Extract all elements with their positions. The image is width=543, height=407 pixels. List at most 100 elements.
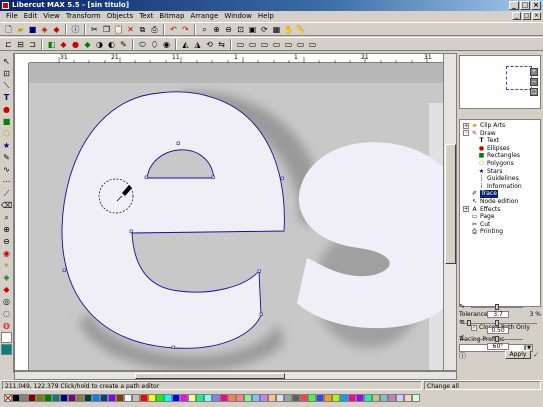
color-swatch[interactable] — [380, 394, 388, 402]
menu-arrange[interactable]: Arrange — [187, 11, 221, 22]
interactive-fill-icon[interactable]: ◈ — [1, 272, 12, 283]
color-swatch[interactable] — [236, 394, 244, 402]
tree-item-polygons[interactable]: ⬠ Polygons — [460, 160, 540, 168]
info-icon[interactable]: ⓘ — [70, 24, 81, 35]
weld-icon[interactable]: ◆ — [82, 39, 93, 50]
align-center-icon[interactable]: ⊟ — [15, 39, 26, 50]
zoom-icon[interactable]: ⌕ — [199, 24, 210, 35]
color-swatch[interactable] — [396, 394, 404, 402]
flip-icon[interactable]: ⇆ — [216, 39, 227, 50]
color-swatch[interactable] — [324, 394, 332, 402]
layout-6-icon[interactable]: ▭ — [295, 39, 306, 50]
color-swatch[interactable] — [28, 394, 36, 402]
color-swatch[interactable] — [404, 394, 412, 402]
refresh-icon[interactable]: ⟳ — [259, 24, 270, 35]
color-swatch[interactable] — [188, 394, 196, 402]
horizontal-scroll-thumb[interactable] — [135, 373, 285, 379]
doc-minimize-button[interactable]: _ — [512, 12, 521, 20]
color-swatch[interactable] — [148, 394, 156, 402]
menu-text[interactable]: Text — [136, 11, 156, 22]
angle-slider-thumb[interactable] — [495, 336, 499, 342]
color-tool-icon[interactable]: ◉ — [1, 248, 12, 259]
color-swatch[interactable] — [212, 394, 220, 402]
zoom-page-icon[interactable]: ▣ — [247, 24, 258, 35]
zoom-out-tool-icon[interactable]: ⊖ — [1, 236, 12, 247]
intersect-icon[interactable]: ◐ — [106, 39, 117, 50]
vertical-scrollbar[interactable] — [443, 54, 456, 370]
menu-bitmap[interactable]: Bitmap — [156, 11, 187, 22]
contour-icon[interactable]: ◉ — [161, 39, 172, 50]
no-color-swatch[interactable] — [4, 394, 12, 402]
color-swatch[interactable] — [252, 394, 260, 402]
trace-artwork[interactable] — [29, 63, 456, 370]
pencil-tool-icon[interactable]: ✎ — [1, 152, 12, 163]
apply-button[interactable]: Apply — [505, 350, 531, 359]
print-icon[interactable]: ⎙ — [149, 24, 160, 35]
knife-tool-icon[interactable]: ⟋ — [1, 188, 12, 199]
shape-tool-icon[interactable]: ⟍ — [1, 80, 12, 91]
close-button[interactable]: × — [531, 1, 541, 10]
color-swatch[interactable] — [156, 394, 164, 402]
color-swatch[interactable] — [180, 394, 188, 402]
color-swatch[interactable] — [308, 394, 316, 402]
help-icon[interactable]: ⓘ — [459, 351, 466, 361]
vertical-scroll-thumb[interactable] — [445, 144, 456, 264]
tree-item-page[interactable]: ▭ Page — [460, 213, 540, 221]
tree-item-stars[interactable]: ★ Stars — [460, 168, 540, 176]
color-swatch[interactable] — [124, 394, 132, 402]
angle-slider[interactable] — [471, 336, 523, 342]
navigator-preview[interactable]: + − □ — [459, 55, 541, 109]
menu-help[interactable]: Help — [255, 11, 277, 22]
bezier-tool-icon[interactable]: ∿ — [1, 164, 12, 175]
eraser-tool-icon[interactable]: ⌫ — [1, 200, 12, 211]
tree-item-draw[interactable]: - ✎ Draw — [460, 130, 540, 138]
mirror-v-icon[interactable]: ◮ — [192, 39, 203, 50]
hand-icon[interactable]: ✋ — [283, 24, 294, 35]
minimize-button[interactable]: _ — [509, 1, 519, 10]
maximize-button[interactable]: □ — [520, 1, 530, 10]
color-swatch[interactable] — [60, 394, 68, 402]
layout-4-icon[interactable]: ▭ — [271, 39, 282, 50]
color-swatch[interactable] — [276, 394, 284, 402]
detail-slider-thumb[interactable] — [495, 320, 499, 326]
color-swatch[interactable] — [300, 394, 308, 402]
color-swatch[interactable] — [364, 394, 372, 402]
color-swatch[interactable] — [228, 394, 236, 402]
select-tool-icon[interactable]: ↖ — [1, 56, 12, 67]
color-swatch[interactable] — [356, 394, 364, 402]
color-swatch[interactable] — [332, 394, 340, 402]
combine-icon[interactable]: ● — [70, 39, 81, 50]
menu-transform[interactable]: Transform — [63, 11, 104, 22]
color-swatch[interactable] — [68, 394, 76, 402]
color-swatch[interactable] — [196, 394, 204, 402]
trim-icon[interactable]: ◑ — [94, 39, 105, 50]
contour-tool-icon[interactable]: ◎ — [1, 296, 12, 307]
zoom-tool-icon[interactable]: ⌕ — [1, 212, 12, 223]
outline-tool-icon[interactable]: ◌ — [1, 308, 12, 319]
redo-icon[interactable]: ↷ — [180, 24, 191, 35]
color-swatch[interactable] — [268, 394, 276, 402]
color-swatch[interactable] — [164, 394, 172, 402]
color-swatch[interactable] — [340, 394, 348, 402]
tree-item-effects[interactable]: + A Effects — [460, 206, 540, 214]
copy-icon[interactable]: ❐ — [101, 24, 112, 35]
align-right-icon[interactable]: ⊐ — [27, 39, 38, 50]
star-tool-icon[interactable]: ★ — [1, 140, 12, 151]
drawing-canvas[interactable]: 31 21 11 1 1 21 31 — [14, 53, 457, 371]
color-swatch[interactable] — [220, 394, 228, 402]
color-swatch[interactable] — [12, 394, 20, 402]
menu-window[interactable]: Window — [221, 11, 255, 22]
duplicate-icon[interactable]: ⧉ — [137, 24, 148, 35]
expand-icon[interactable]: + — [463, 122, 469, 129]
menu-objects[interactable]: Objects — [104, 11, 136, 22]
layout-1-icon[interactable]: ▭ — [235, 39, 246, 50]
color-swatch[interactable] — [284, 394, 292, 402]
smooth-slider[interactable] — [471, 304, 523, 310]
new-icon[interactable]: 🗋 — [3, 24, 14, 35]
zoom-out-icon[interactable]: ⊖ — [223, 24, 234, 35]
color-swatch[interactable] — [92, 394, 100, 402]
color-swatch[interactable] — [76, 394, 84, 402]
fill-color-swatch[interactable] — [1, 332, 12, 343]
guideline-tool-icon[interactable]: ⋯ — [1, 176, 12, 187]
ellipse-tool-icon[interactable]: ● — [1, 104, 12, 115]
